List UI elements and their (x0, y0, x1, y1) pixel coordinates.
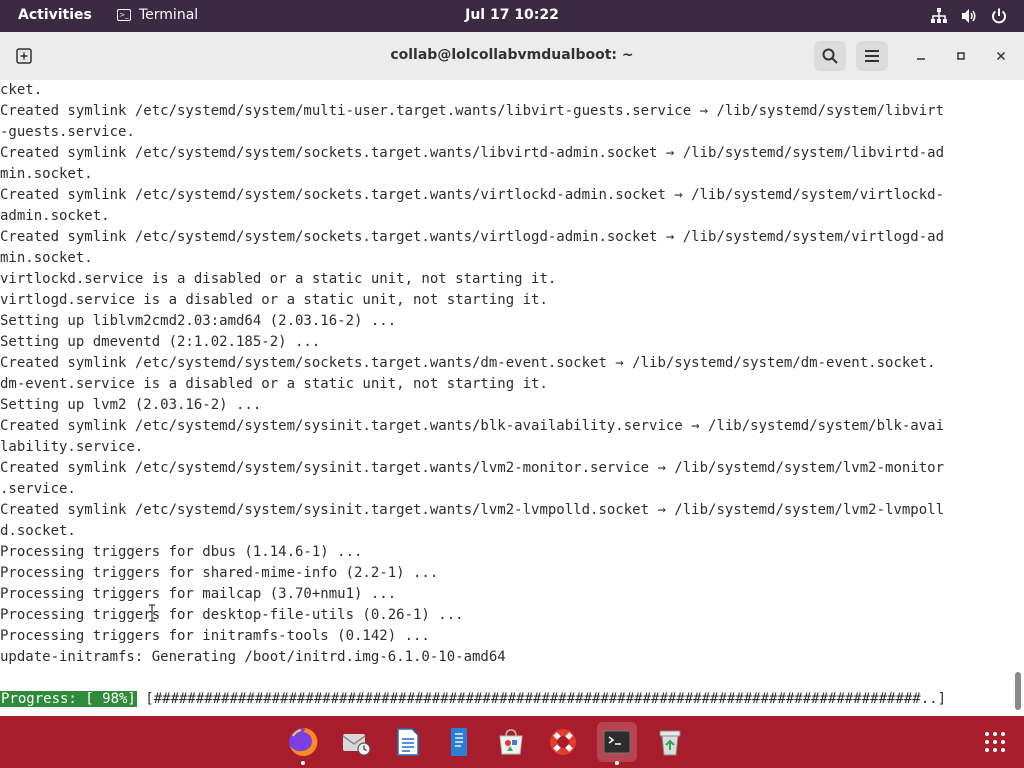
terminal-line: Created symlink /etc/systemd/system/sysi… (0, 418, 945, 434)
system-tray[interactable] (930, 7, 1008, 25)
maximize-button[interactable] (949, 44, 973, 68)
close-button[interactable] (989, 44, 1013, 68)
power-icon (992, 8, 1006, 24)
trash-icon (659, 730, 681, 756)
terminal-line: lability.service. (0, 439, 144, 455)
window-header: collab@lolcollabvmdualboot: ~ (0, 32, 1024, 81)
terminal-line: update-initramfs: Generating /boot/initr… (0, 649, 506, 665)
dock-text-editor[interactable] (439, 722, 479, 762)
minimize-icon (917, 58, 925, 60)
close-icon (996, 51, 1006, 61)
search-icon (822, 48, 838, 64)
terminal-line: Created symlink /etc/systemd/system/sysi… (0, 502, 945, 518)
terminal-line: Processing triggers for mailcap (3.70+nm… (0, 586, 397, 602)
dock-terminal[interactable] (597, 722, 637, 765)
terminal-line: admin.socket. (0, 208, 110, 224)
clock[interactable]: Jul 17 10:22 (0, 7, 1024, 23)
scrollbar-thumb[interactable] (1015, 672, 1021, 710)
terminal-line: dm-event.service is a disabled or a stat… (0, 376, 548, 392)
terminal-line: cket. (0, 82, 43, 98)
terminal-line: min.socket. (0, 166, 93, 182)
terminal-output[interactable]: cket. Created symlink /etc/systemd/system… (0, 80, 1012, 716)
terminal-line: Created symlink /etc/systemd/system/mult… (0, 103, 945, 119)
terminal-line: Created symlink /etc/systemd/system/sock… (0, 355, 936, 371)
progress-line: Progress: [ 98%] [######################… (0, 689, 954, 710)
scrollbar[interactable] (1012, 80, 1024, 716)
terminal-line: .service. (0, 481, 76, 497)
terminal-line: Created symlink /etc/systemd/system/sock… (0, 187, 945, 203)
terminal-lines: cket. Created symlink /etc/systemd/system… (0, 80, 1012, 668)
terminal-line: -guests.service. (0, 124, 135, 140)
volume-icon (962, 9, 976, 23)
dock-help[interactable] (543, 722, 583, 762)
terminal-line: Created symlink /etc/systemd/system/sock… (0, 145, 945, 161)
terminal-line: Setting up liblvm2cmd2.03:amd64 (2.03.16… (0, 313, 397, 329)
show-apps-grid-icon[interactable] (984, 731, 1006, 753)
dock-mail[interactable] (336, 722, 376, 762)
progress-bar-text: [#######################################… (136, 691, 955, 707)
firefox-icon (289, 727, 318, 756)
terminal-line: Processing triggers for initramfs-tools … (0, 628, 430, 644)
terminal-icon (603, 730, 631, 754)
running-indicator (615, 761, 619, 765)
help-lifebuoy-icon (550, 729, 576, 755)
progress-label: Progress: [ 98%] (0, 691, 137, 707)
terminal-line: Setting up dmeventd (2:1.02.185-2) ... (0, 334, 321, 350)
dock (0, 716, 1024, 768)
terminal-line: min.socket. (0, 250, 93, 266)
dock-writer[interactable] (387, 722, 427, 762)
hamburger-menu-icon (865, 50, 879, 62)
terminal-line: Processing triggers for shared-mime-info… (0, 565, 439, 581)
writer-document-icon (397, 728, 419, 756)
terminal-line: Created symlink /etc/systemd/system/sock… (0, 229, 945, 245)
maximize-icon (957, 52, 965, 60)
network-icon (931, 8, 947, 23)
text-cursor-icon (149, 604, 155, 622)
terminal-line: virtlockd.service is a disabled or a sta… (0, 271, 557, 287)
mail-icon (342, 734, 371, 756)
running-indicator (301, 761, 305, 765)
terminal-line: Setting up lvm2 (2.03.16-2) ... (0, 397, 262, 413)
software-store-icon (499, 729, 523, 755)
terminal-line: Processing triggers for dbus (1.14.6-1) … (0, 544, 363, 560)
terminal-line: virtlogd.service is a disabled or a stat… (0, 292, 548, 308)
dock-software[interactable] (491, 722, 531, 762)
top-bar: Activities >_ Terminal Jul 17 10:22 (0, 0, 1024, 32)
text-editor-icon (451, 728, 467, 756)
terminal-line: Created symlink /etc/systemd/system/sysi… (0, 460, 945, 476)
terminal-line: d.socket. (0, 523, 76, 539)
dock-trash[interactable] (650, 722, 690, 762)
menu-button[interactable] (856, 41, 888, 71)
dock-firefox[interactable] (283, 722, 323, 765)
search-button[interactable] (814, 41, 846, 71)
minimize-button[interactable] (909, 44, 933, 68)
